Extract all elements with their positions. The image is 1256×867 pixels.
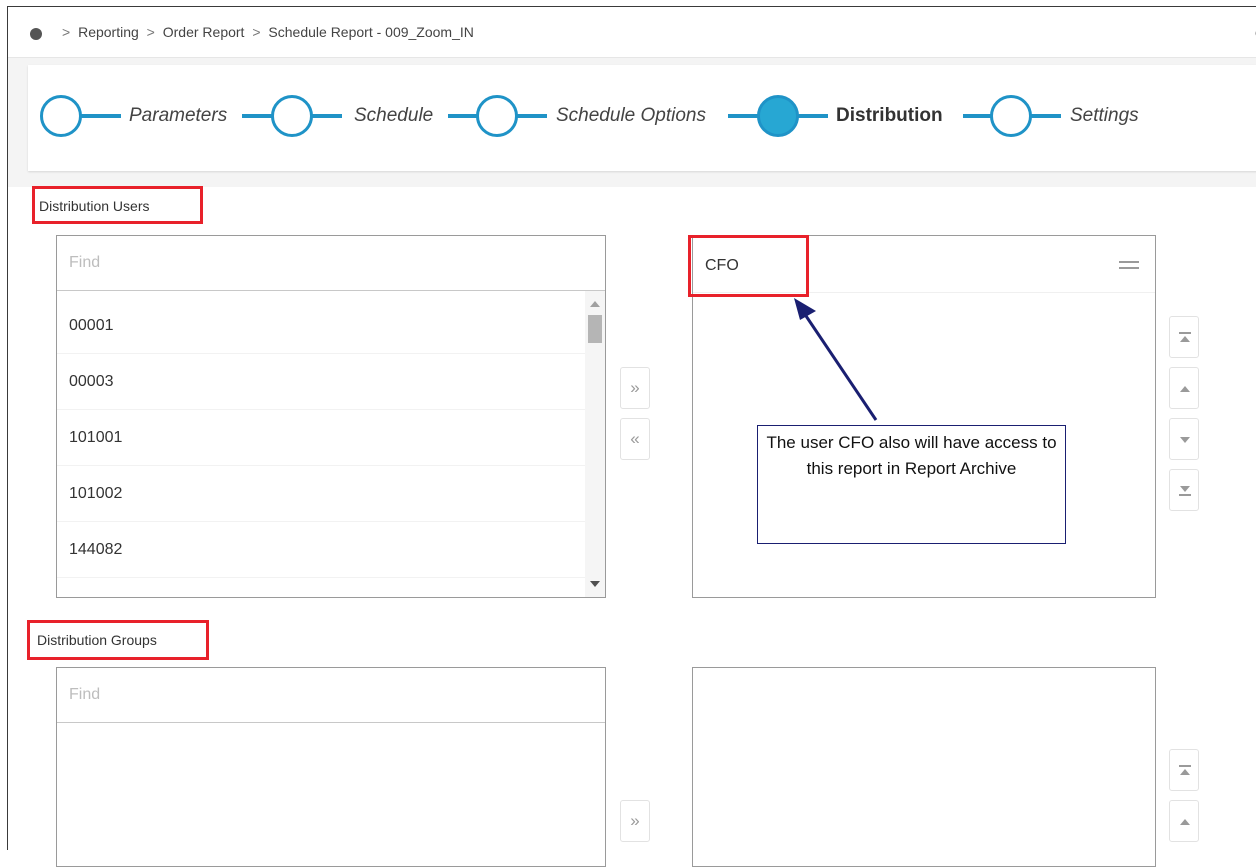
step-schedule-options-circle[interactable] [476, 95, 518, 137]
triangle-down-icon [1180, 437, 1190, 443]
highlight-box [27, 620, 209, 660]
triangle-up-icon [1180, 819, 1190, 825]
breadcrumb-schedule-report: Schedule Report - 009_Zoom_IN [268, 24, 474, 40]
breadcrumb-separator: > [146, 24, 155, 40]
add-all-groups-button[interactable]: » [620, 800, 650, 842]
step-parameters-circle[interactable] [40, 95, 82, 137]
step-schedule-options-label[interactable]: Schedule Options [556, 105, 706, 127]
available-users-list: 00001 00003 101001 101002 144082 202021 [56, 235, 606, 598]
scroll-up-arrow-icon[interactable] [590, 301, 600, 307]
move-top-icon [1179, 765, 1191, 767]
breadcrumb-order-report[interactable]: Order Report [163, 24, 245, 40]
step-connector [798, 114, 828, 118]
annotation-callout: The user CFO also will have access to th… [757, 425, 1066, 544]
add-all-users-button[interactable]: » [620, 367, 650, 409]
highlight-box [32, 186, 203, 224]
available-groups-list [56, 667, 606, 867]
wizard-steps: Parameters Schedule Schedule Options Dis… [28, 65, 1256, 171]
step-schedule-circle[interactable] [271, 95, 313, 137]
list-item[interactable]: 00001 [57, 298, 585, 354]
group-move-up-button[interactable] [1169, 800, 1199, 842]
step-schedule-label[interactable]: Schedule [354, 105, 433, 127]
list-item[interactable]: 00003 [57, 354, 585, 410]
remove-all-users-button[interactable]: « [620, 418, 650, 460]
step-distribution-label[interactable]: Distribution [836, 105, 943, 127]
triangle-up-icon [1180, 336, 1190, 342]
move-top-icon [1179, 332, 1191, 334]
scroll-thumb[interactable] [588, 315, 602, 343]
breadcrumb: > Reporting > Order Report > Schedule Re… [58, 24, 474, 40]
drag-handle-icon[interactable] [1119, 261, 1139, 269]
breadcrumb-separator: > [62, 24, 71, 40]
move-top-button[interactable] [1169, 316, 1199, 358]
home-dot-icon[interactable] [30, 28, 42, 40]
list-item[interactable]: 101002 [57, 466, 585, 522]
groups-find-input[interactable] [57, 668, 605, 723]
list-item[interactable]: 144082 [57, 522, 585, 578]
list-item[interactable]: 101001 [57, 410, 585, 466]
move-down-button[interactable] [1169, 418, 1199, 460]
triangle-up-icon [1180, 769, 1190, 775]
step-connector [312, 114, 342, 118]
breadcrumb-bar: > Reporting > Order Report > Schedule Re… [8, 7, 1256, 58]
step-connector [963, 114, 993, 118]
move-up-button[interactable] [1169, 367, 1199, 409]
move-bottom-button[interactable] [1169, 469, 1199, 511]
step-parameters-label[interactable]: Parameters [129, 105, 227, 127]
step-connector [448, 114, 478, 118]
move-bottom-icon [1179, 494, 1191, 496]
users-scrollbar[interactable] [585, 291, 605, 597]
scroll-down-arrow-icon[interactable] [590, 581, 600, 587]
step-connector [1031, 114, 1061, 118]
users-find-input[interactable] [57, 236, 605, 291]
step-connector [242, 114, 272, 118]
triangle-up-icon [1180, 386, 1190, 392]
step-connector [517, 114, 547, 118]
step-connector [728, 114, 758, 118]
step-connector [81, 114, 121, 118]
breadcrumb-separator: > [252, 24, 261, 40]
selected-groups-list [692, 667, 1156, 867]
group-move-top-button[interactable] [1169, 749, 1199, 791]
breadcrumb-reporting[interactable]: Reporting [78, 24, 139, 40]
list-item[interactable]: 202021 [57, 578, 585, 597]
step-settings-circle[interactable] [990, 95, 1032, 137]
triangle-down-icon [1180, 486, 1190, 492]
step-distribution-circle[interactable] [757, 95, 799, 137]
step-settings-label[interactable]: Settings [1070, 105, 1139, 127]
highlight-box [688, 235, 809, 297]
